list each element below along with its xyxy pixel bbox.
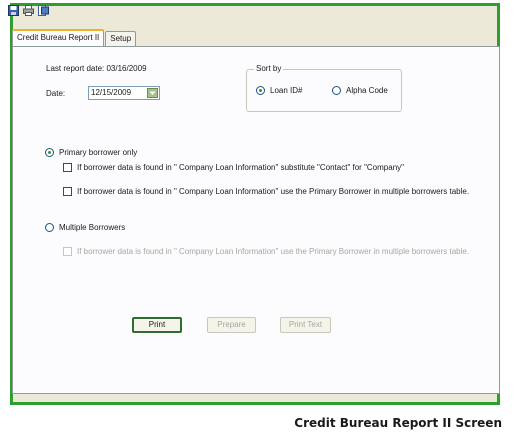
primary-borrower-radio[interactable] <box>45 148 54 157</box>
multiple-use-primary-borrower-label: If borrower data is found in " Company L… <box>77 247 470 256</box>
sort-alpha-code-label: Alpha Code <box>346 86 388 95</box>
export-icon[interactable] <box>38 5 49 16</box>
prepare-button[interactable]: Prepare <box>207 317 256 333</box>
sort-by-title: Sort by <box>254 64 284 73</box>
calendar-dropdown-icon[interactable] <box>147 88 158 98</box>
substitute-contact-checkbox[interactable] <box>63 163 72 172</box>
date-label: Date: <box>46 89 66 98</box>
multiple-use-primary-borrower-checkbox[interactable] <box>63 247 72 256</box>
print-text-button[interactable]: Print Text <box>280 317 331 333</box>
multiple-borrowers-radio[interactable] <box>45 223 54 232</box>
toolbar <box>8 5 49 19</box>
primary-use-primary-borrower-checkbox[interactable] <box>63 187 72 196</box>
tab-setup[interactable]: Setup <box>105 31 137 46</box>
sort-alpha-code-radio[interactable] <box>332 86 341 95</box>
substitute-contact-label: If borrower data is found in " Company L… <box>77 163 404 172</box>
primary-use-primary-borrower-label: If borrower data is found in " Company L… <box>77 187 470 196</box>
date-picker[interactable]: 12/15/2009 <box>88 86 160 100</box>
screen-caption: Credit Bureau Report II Screen <box>294 416 502 430</box>
print-button[interactable]: Print <box>132 317 182 333</box>
multiple-borrowers-label: Multiple Borrowers <box>59 223 126 232</box>
tab-credit-bureau-report[interactable]: Credit Bureau Report II <box>12 29 105 47</box>
sort-loan-id-radio[interactable] <box>256 86 265 95</box>
save-icon[interactable] <box>8 5 19 16</box>
primary-borrower-label: Primary borrower only <box>59 148 138 157</box>
sort-loan-id-label: Loan ID# <box>270 86 303 95</box>
tab-strip: Credit Bureau Report II Setup <box>12 29 137 47</box>
last-report-date: Last report date: 03/16/2009 <box>46 64 147 73</box>
date-value: 12/15/2009 <box>91 88 132 97</box>
print-icon[interactable] <box>23 5 34 16</box>
